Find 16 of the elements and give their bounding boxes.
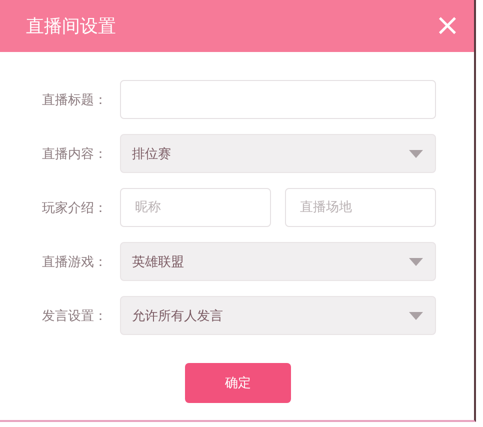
field-label: 玩家介绍：: [41, 200, 108, 216]
caret-icon: [409, 312, 423, 320]
caret-icon: [409, 150, 423, 158]
dropdown[interactable]: 排位赛: [120, 134, 436, 173]
field-label: 直播游戏：: [41, 254, 108, 270]
field-label: 发言设置：: [41, 308, 108, 324]
input-field[interactable]: [120, 80, 436, 119]
dropdown[interactable]: 允许所有人发言: [120, 296, 436, 335]
dropdown[interactable]: 英雄联盟: [120, 242, 436, 281]
caret-icon: [409, 258, 423, 266]
window-title: 直播间设置: [26, 15, 116, 38]
field-label: 直播标题：: [41, 92, 108, 108]
field-label: 直播内容：: [41, 146, 108, 162]
input-field[interactable]: 昵称: [120, 188, 271, 227]
input-field[interactable]: 直播场地: [285, 188, 436, 227]
confirm-button[interactable]: 确定: [185, 363, 291, 403]
